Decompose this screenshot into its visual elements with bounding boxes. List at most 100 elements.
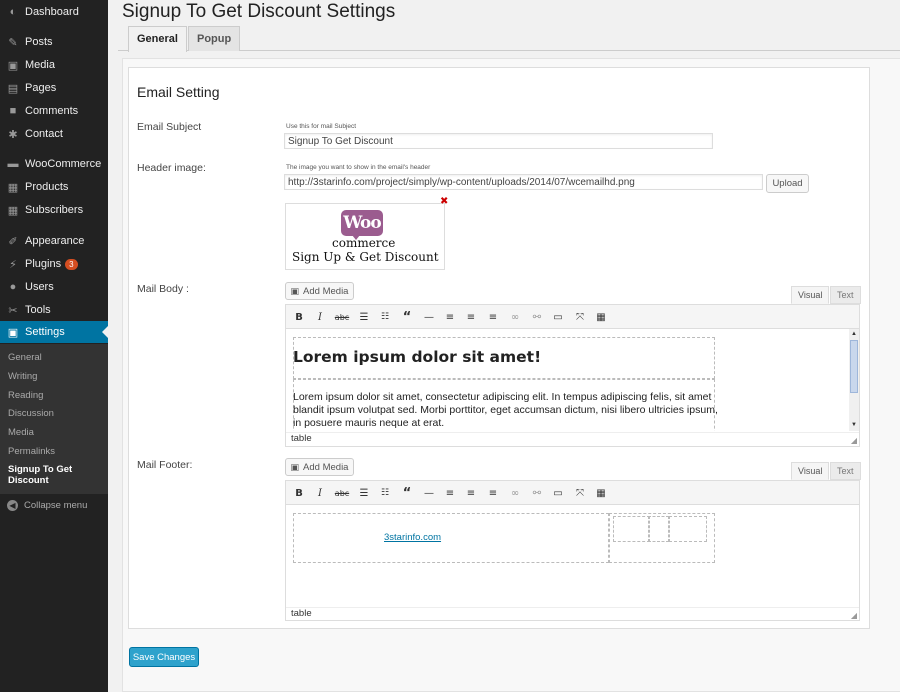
body-status-path: table <box>291 433 312 444</box>
table-cell <box>613 516 650 542</box>
unlink-icon[interactable]: ⚯ <box>529 309 545 325</box>
unlink-icon[interactable]: ⚯ <box>529 485 545 501</box>
sidebar-item-subscribers[interactable]: ▦ Subscribers <box>0 199 108 221</box>
add-media-icon: ▣ <box>290 461 300 472</box>
add-media-icon: ▣ <box>290 285 300 296</box>
body-editor-toolbar: B I abc ☰ ☷ “ — ≡ ≡ ≡ ∞ ⚯ ▭ ⤧ ▦ <box>286 305 859 329</box>
email-subject-input[interactable] <box>284 133 713 149</box>
fullscreen-icon[interactable]: ⤧ <box>572 485 588 501</box>
read-more-icon[interactable]: ▭ <box>550 309 566 325</box>
sidebar-item-label: WooCommerce <box>25 158 102 170</box>
submenu-item-permalinks[interactable]: Permalinks <box>8 446 55 457</box>
sidebar-item-pages[interactable]: ▤ Pages <box>0 77 108 99</box>
settings-submenu: General Writing Reading Discussion Media… <box>0 344 108 494</box>
align-left-icon[interactable]: ≡ <box>442 309 458 325</box>
sidebar-item-dashboard[interactable]: ◐ Dashboard <box>0 1 108 23</box>
add-media-label: Add Media <box>303 285 349 297</box>
italic-icon[interactable]: I <box>312 485 328 501</box>
numbered-list-icon[interactable]: ☷ <box>377 485 393 501</box>
submenu-item-discussion[interactable]: Discussion <box>8 408 54 419</box>
sidebar-item-label: Media <box>25 59 55 71</box>
header-image-preview: Woo commerce Sign Up & Get Discount <box>285 203 445 270</box>
page-title: Signup To Get Discount Settings <box>122 1 396 22</box>
italic-icon[interactable]: I <box>312 309 328 325</box>
submenu-item-media[interactable]: Media <box>8 427 34 438</box>
link-icon[interactable]: ∞ <box>507 485 523 501</box>
align-right-icon[interactable]: ≡ <box>485 309 501 325</box>
sidebar-item-label: Settings <box>25 326 65 338</box>
strikethrough-icon[interactable]: abc <box>334 485 350 501</box>
sidebar-item-woocommerce[interactable]: ▬ WooCommerce <box>0 153 108 175</box>
admin-sidebar: ◐ Dashboard ✎ Posts ▣ Media ▤ Pages ■ Co… <box>0 0 108 692</box>
fullscreen-icon[interactable]: ⤧ <box>572 309 588 325</box>
footer-content-area[interactable]: 3starinfo.com <box>286 505 859 607</box>
sidebar-item-contact[interactable]: ✱ Contact <box>0 123 108 145</box>
plugins-update-badge: 3 <box>65 258 78 270</box>
sidebar-item-plugins[interactable]: ⚡ Plugins 3 <box>0 253 108 275</box>
bold-icon[interactable]: B <box>291 309 307 325</box>
footer-tab-text[interactable]: Text <box>830 462 861 480</box>
resize-handle-icon[interactable]: ◢ <box>851 436 857 445</box>
tab-popup[interactable]: Popup <box>188 26 241 51</box>
resize-handle-icon[interactable]: ◢ <box>851 611 857 620</box>
sidebar-item-products[interactable]: ▦ Products <box>0 176 108 198</box>
mail-footer-editor: B I abc ☰ ☷ “ — ≡ ≡ ≡ ∞ ⚯ ▭ ⤧ ▦ 3starinf… <box>285 480 860 621</box>
body-tab-visual[interactable]: Visual <box>791 286 830 304</box>
submenu-item-writing[interactable]: Writing <box>8 371 37 382</box>
sidebar-item-comments[interactable]: ■ Comments <box>0 100 108 122</box>
body-add-media-button[interactable]: ▣ Add Media <box>285 282 354 300</box>
align-left-icon[interactable]: ≡ <box>442 485 458 501</box>
align-center-icon[interactable]: ≡ <box>463 309 479 325</box>
strikethrough-icon[interactable]: abc <box>334 309 350 325</box>
wrench-icon: ✂ <box>8 304 18 317</box>
align-right-icon[interactable]: ≡ <box>485 485 501 501</box>
align-center-icon[interactable]: ≡ <box>463 485 479 501</box>
body-scrollbar[interactable]: ▲ ▼ <box>849 329 859 431</box>
header-image-url-input[interactable] <box>284 174 763 190</box>
horizontal-rule-icon[interactable]: — <box>421 309 437 325</box>
settings-tabs: General Popup <box>118 26 900 52</box>
horizontal-rule-icon[interactable]: — <box>421 485 437 501</box>
scroll-down-icon[interactable]: ▼ <box>849 420 859 430</box>
sidebar-item-posts[interactable]: ✎ Posts <box>0 31 108 53</box>
mail-footer-label: Mail Footer: <box>137 459 193 471</box>
submenu-item-signup-discount[interactable]: Signup To Get Discount <box>8 464 83 486</box>
bold-icon[interactable]: B <box>291 485 307 501</box>
blockquote-icon[interactable]: “ <box>399 309 415 325</box>
remove-image-icon[interactable]: ✖ <box>440 196 448 207</box>
link-icon[interactable]: ∞ <box>507 309 523 325</box>
tab-general[interactable]: General <box>128 26 187 52</box>
footer-tab-visual[interactable]: Visual <box>791 462 830 480</box>
sidebar-item-label: Posts <box>25 36 53 48</box>
email-subject-label: Email Subject <box>137 121 202 133</box>
collapse-menu-button[interactable]: ◀ Collapse menu <box>7 500 87 511</box>
sidebar-item-users[interactable]: ● Users <box>0 276 108 298</box>
read-more-icon[interactable]: ▭ <box>550 485 566 501</box>
numbered-list-icon[interactable]: ☷ <box>377 309 393 325</box>
sidebar-item-settings[interactable]: ▣ Settings <box>0 321 108 343</box>
email-subject-hint: Use this for mail Subject <box>286 123 357 130</box>
blockquote-icon[interactable]: “ <box>399 485 415 501</box>
upload-button[interactable]: Upload <box>766 174 809 193</box>
sidebar-item-tools[interactable]: ✂ Tools <box>0 299 108 321</box>
sidebar-item-label: Plugins <box>25 258 62 270</box>
body-content-area[interactable]: Lorem ipsum dolor sit amet! Lorem ipsum … <box>286 329 859 431</box>
toolbar-toggle-icon[interactable]: ▦ <box>593 309 609 325</box>
submenu-item-reading[interactable]: Reading <box>8 390 43 401</box>
save-changes-button[interactable]: Save Changes <box>129 647 199 667</box>
sidebar-item-media[interactable]: ▣ Media <box>0 54 108 76</box>
sidebar-item-label: Users <box>25 281 54 293</box>
sidebar-item-appearance[interactable]: ✐ Appearance <box>0 230 108 252</box>
scroll-up-icon[interactable]: ▲ <box>849 329 859 339</box>
submenu-item-general[interactable]: General <box>8 352 42 363</box>
body-tab-text[interactable]: Text <box>830 286 861 304</box>
scroll-thumb[interactable] <box>850 340 858 393</box>
footer-add-media-button[interactable]: ▣ Add Media <box>285 458 354 476</box>
toolbar-toggle-icon[interactable]: ▦ <box>593 485 609 501</box>
gear-icon: ✱ <box>8 128 18 141</box>
banner-text: Sign Up & Get Discount <box>292 250 439 264</box>
bullet-list-icon[interactable]: ☰ <box>356 485 372 501</box>
woocommerce-logo: Woo <box>341 210 383 236</box>
bullet-list-icon[interactable]: ☰ <box>356 309 372 325</box>
footer-website-link[interactable]: 3starinfo.com <box>384 532 441 543</box>
